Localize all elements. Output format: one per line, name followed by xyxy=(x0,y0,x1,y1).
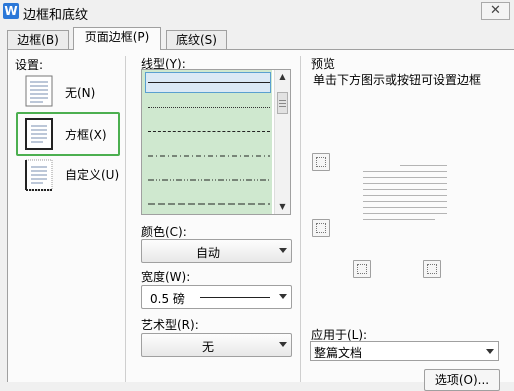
width-preview-line xyxy=(200,297,270,298)
setting-box-label: 方框(X) xyxy=(65,128,107,142)
tab-shading[interactable]: 底纹(S) xyxy=(166,30,227,49)
options-button[interactable]: 选项(O)... xyxy=(424,369,500,391)
scroll-thumb[interactable] xyxy=(277,92,288,114)
art-dropdown[interactable]: 无 xyxy=(141,333,292,357)
line-style-dash-dot[interactable] xyxy=(148,154,270,158)
right-border-button[interactable] xyxy=(423,260,441,278)
setting-none-label: 无(N) xyxy=(65,86,96,100)
setting-box-option[interactable]: 方框(X) xyxy=(16,112,120,156)
tab-page-border[interactable]: 页面边框(P) xyxy=(73,27,161,50)
chevron-down-icon xyxy=(279,248,287,253)
setting-box-icon xyxy=(25,118,53,150)
left-border-button[interactable] xyxy=(353,260,371,278)
setting-none-option[interactable]: 无(N) xyxy=(22,74,122,108)
setting-custom-icon xyxy=(25,159,53,191)
setting-custom-label: 自定义(U) xyxy=(65,168,120,182)
line-style-list[interactable]: ▲ ▼ xyxy=(141,69,291,215)
chevron-down-icon xyxy=(279,294,287,299)
line-style-list-area xyxy=(142,70,272,214)
art-label: 艺术型(R): xyxy=(141,318,199,332)
top-border-button[interactable] xyxy=(312,153,330,171)
art-value: 无 xyxy=(201,340,214,354)
color-dropdown[interactable]: 自动 xyxy=(141,239,292,263)
line-style-scrollbar[interactable]: ▲ ▼ xyxy=(274,70,290,214)
scroll-up-icon[interactable]: ▲ xyxy=(275,70,290,84)
apply-to-dropdown[interactable]: 整篇文档 xyxy=(310,341,499,361)
divider-right xyxy=(300,56,301,382)
color-label: 颜色(C): xyxy=(141,225,187,239)
close-button[interactable]: ✕ xyxy=(481,2,510,20)
chevron-down-icon xyxy=(279,342,287,347)
color-value: 自动 xyxy=(195,246,220,260)
bottom-border-button[interactable] xyxy=(312,219,330,237)
scroll-down-icon[interactable]: ▼ xyxy=(275,200,290,214)
preview-hint: 单击下方图示或按钮可设置边框 xyxy=(313,73,482,87)
width-label: 宽度(W): xyxy=(141,270,191,284)
settings-heading: 设置: xyxy=(15,58,44,72)
line-style-dash-dot-dot[interactable] xyxy=(148,178,270,182)
setting-custom-option[interactable]: 自定义(U) xyxy=(22,158,122,192)
app-icon: W xyxy=(3,3,19,19)
divider-left xyxy=(125,56,126,382)
width-dropdown[interactable]: 0.5 磅 xyxy=(141,285,292,309)
setting-none-icon xyxy=(25,75,53,107)
apply-to-value: 整篇文档 xyxy=(314,346,363,360)
line-style-dotted[interactable] xyxy=(148,107,270,108)
line-style-dashed[interactable] xyxy=(148,131,270,132)
tab-border[interactable]: 边框(B) xyxy=(7,30,69,49)
line-style-solid[interactable] xyxy=(148,82,270,83)
preview-heading: 预览 xyxy=(311,57,336,71)
line-style-long-dash[interactable] xyxy=(148,202,270,206)
width-value: 0.5 磅 xyxy=(150,292,185,306)
chevron-down-icon xyxy=(486,349,494,354)
preview-page[interactable] xyxy=(363,165,447,225)
window-title: 边框和底纹 xyxy=(23,8,89,23)
